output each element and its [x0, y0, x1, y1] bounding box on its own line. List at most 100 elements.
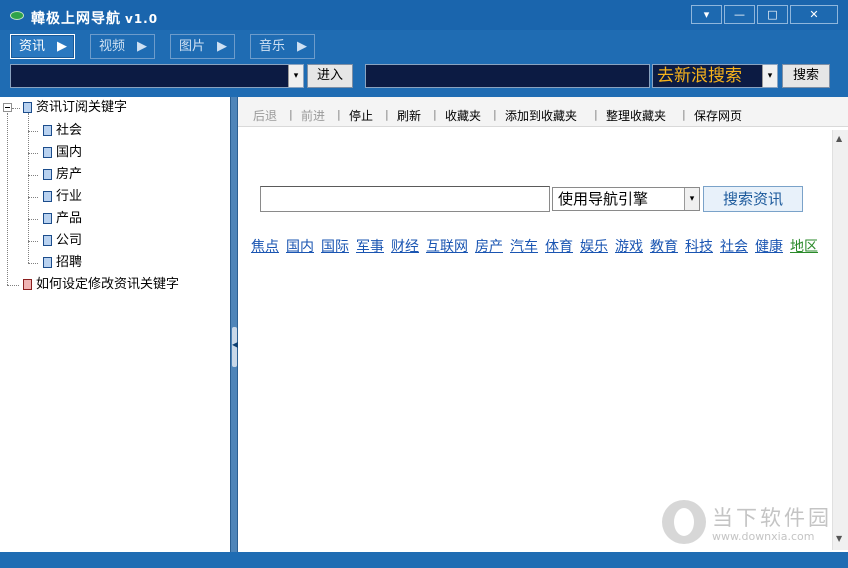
favorites-button[interactable]: 收藏夹: [445, 107, 481, 124]
tree-help-label: 如何设定修改资讯关键字: [36, 277, 180, 292]
vertical-scrollbar[interactable]: ▲ ▼: [832, 130, 848, 550]
maximize-button[interactable]: □: [757, 5, 788, 24]
toolbar-separator: |: [289, 108, 293, 121]
toolbar-separator: |: [493, 108, 497, 121]
window-title: 韓极上网导航 v1.0: [31, 8, 158, 28]
save-page-button[interactable]: 保存网页: [694, 107, 742, 124]
tree-connector: [7, 285, 19, 286]
status-bar: [0, 552, 848, 568]
category-link[interactable]: 教育: [650, 236, 678, 256]
category-link[interactable]: 互联网: [426, 236, 468, 256]
web-search-button[interactable]: 搜索: [782, 64, 830, 88]
category-link[interactable]: 财经: [391, 236, 419, 256]
organize-favorites-button[interactable]: 整理收藏夹: [606, 107, 666, 124]
scroll-down-icon[interactable]: ▼: [836, 534, 842, 543]
browser-toolbar: 后退 | 前进 | 停止 | 刷新 | 收藏夹 | 添加到收藏夹 | 整理收藏夹…: [238, 97, 848, 127]
tree-item-label: 公司: [56, 233, 83, 248]
scroll-up-icon[interactable]: ▲: [836, 134, 842, 143]
tree-connector: [28, 175, 38, 176]
document-icon: [43, 147, 52, 158]
tree-item-label: 社会: [56, 123, 83, 138]
tree-connector: [28, 153, 38, 154]
back-button[interactable]: 后退: [253, 107, 277, 124]
category-link[interactable]: 健康: [755, 236, 783, 256]
enter-button[interactable]: 进入: [307, 64, 353, 88]
close-button[interactable]: ✕: [790, 5, 838, 24]
forward-button[interactable]: 前进: [301, 107, 325, 124]
tree-item-label: 产品: [56, 211, 83, 226]
category-link[interactable]: 房产: [475, 236, 503, 256]
toolbar-separator: |: [385, 108, 389, 121]
app-logo-icon: [10, 11, 24, 20]
address-dropdown-icon[interactable]: ▾: [288, 65, 303, 87]
watermark-text: 当下软件园: [712, 506, 832, 530]
tree-connector: [7, 113, 8, 285]
toolbar-separator: |: [337, 108, 341, 121]
category-link-region[interactable]: 地区: [790, 236, 818, 256]
collapse-panel-handle[interactable]: ◀: [232, 327, 238, 367]
tab-music[interactable]: 音乐 ▶: [250, 34, 315, 59]
panel-splitter[interactable]: ◀: [230, 97, 238, 552]
category-links: 焦点 国内 国际 军事 财经 互联网 房产 汽车 体育 娱乐 游戏 教育 科技 社会 健康 地区: [251, 236, 825, 256]
app-version: v1.0: [125, 12, 159, 26]
refresh-button[interactable]: 刷新: [397, 107, 421, 124]
document-icon: [43, 235, 52, 246]
minimize-button[interactable]: —: [724, 5, 755, 24]
tree-connector: [12, 108, 20, 109]
watermark-logo-icon: [662, 500, 706, 544]
document-icon: [43, 125, 52, 136]
watermark-url: www.downxia.com: [712, 530, 815, 543]
nav-engine-select[interactable]: 使用导航引擎 ▾: [552, 187, 700, 211]
toolbar-separator: |: [594, 108, 598, 121]
category-link[interactable]: 社会: [720, 236, 748, 256]
tab-news-label: 资讯: [19, 39, 46, 54]
search-engine-dropdown-icon[interactable]: ▾: [762, 65, 777, 87]
tree-connector: [28, 241, 38, 242]
keyword-tree-panel: [0, 97, 230, 552]
browser-content: [238, 97, 848, 552]
document-icon: [43, 213, 52, 224]
document-icon: [23, 102, 32, 113]
document-icon: [43, 191, 52, 202]
tree-root-label: 资讯订阅关键字: [36, 100, 128, 115]
document-icon: [43, 257, 52, 268]
news-search-input[interactable]: [260, 186, 550, 212]
app-window: 韓极上网导航 v1.0 ▾ — □ ✕ 资讯 ▶ 视频 ▶ 图片 ▶ 音乐 ▶ ▾…: [0, 0, 848, 568]
category-link[interactable]: 汽车: [510, 236, 538, 256]
category-link[interactable]: 国内: [286, 236, 314, 256]
add-favorite-button[interactable]: 添加到收藏夹: [505, 107, 577, 124]
category-link[interactable]: 娱乐: [580, 236, 608, 256]
category-link[interactable]: 军事: [356, 236, 384, 256]
play-arrow-icon: ▶: [217, 39, 227, 54]
search-engine-select[interactable]: 去新浪搜索 ▾: [652, 64, 778, 88]
address-combobox[interactable]: ▾: [10, 64, 304, 88]
category-link[interactable]: 游戏: [615, 236, 643, 256]
category-link[interactable]: 焦点: [251, 236, 279, 256]
watermark: 当下软件园 www.downxia.com: [662, 500, 832, 548]
tab-news[interactable]: 资讯 ▶: [10, 34, 75, 59]
play-arrow-icon: ▶: [297, 39, 307, 54]
title-bar[interactable]: 韓极上网导航 v1.0 ▾ — □ ✕: [0, 0, 848, 30]
play-arrow-icon: ▶: [137, 39, 147, 54]
tab-video-label: 视频: [99, 39, 126, 54]
document-icon: [43, 169, 52, 180]
search-news-button[interactable]: 搜索资讯: [703, 186, 803, 212]
stop-button[interactable]: 停止: [349, 107, 373, 124]
nav-engine-dropdown-icon[interactable]: ▾: [684, 188, 699, 210]
tree-connector: [28, 219, 38, 220]
toolbar-separator: |: [433, 108, 437, 121]
tab-images[interactable]: 图片 ▶: [170, 34, 235, 59]
tree-collapse-icon[interactable]: [3, 103, 12, 112]
category-link[interactable]: 体育: [545, 236, 573, 256]
toolbar-separator: |: [682, 108, 686, 121]
tree-item-label: 招聘: [56, 255, 83, 270]
search-engine-label: 去新浪搜索: [657, 66, 742, 86]
category-link[interactable]: 科技: [685, 236, 713, 256]
tree-item-label: 行业: [56, 189, 83, 204]
menu-dropdown-button[interactable]: ▾: [691, 5, 722, 24]
tree-item-label: 国内: [56, 145, 83, 160]
tab-images-label: 图片: [179, 39, 206, 54]
tab-video[interactable]: 视频 ▶: [90, 34, 155, 59]
category-link[interactable]: 国际: [321, 236, 349, 256]
web-search-input[interactable]: [365, 64, 650, 88]
